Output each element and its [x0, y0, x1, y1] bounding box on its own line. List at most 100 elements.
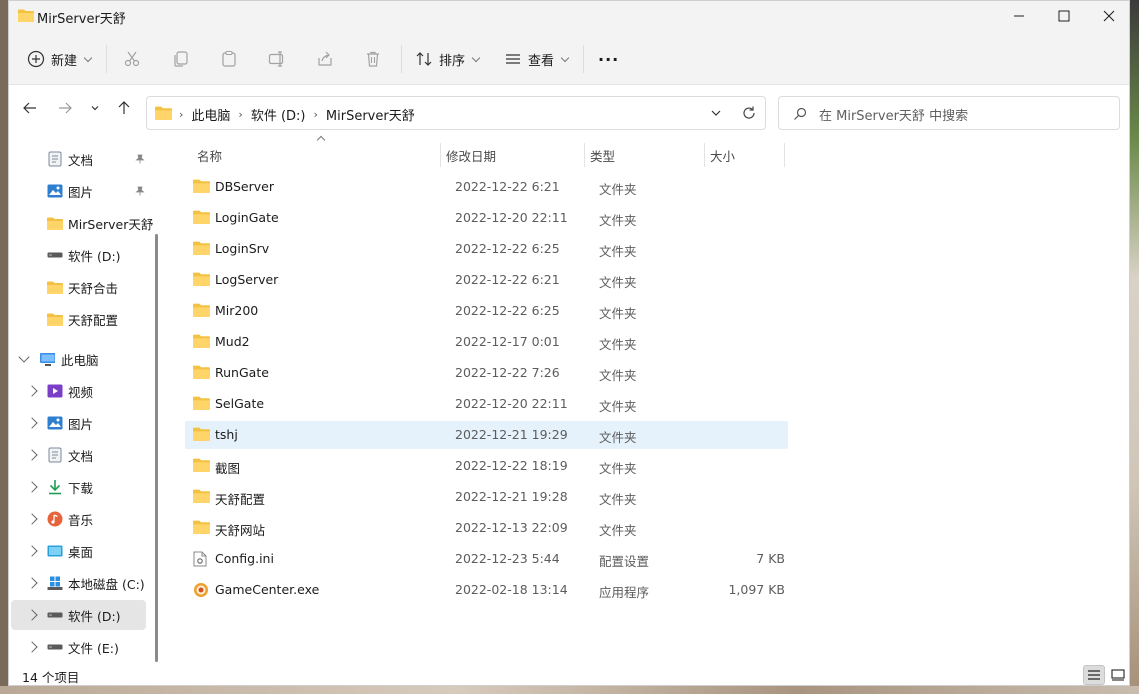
delete-button[interactable] [364, 43, 382, 75]
column-divider[interactable] [784, 143, 785, 167]
sidebar-item-drive-d[interactable]: 软件 (D:) [11, 240, 146, 270]
sidebar-item-documents[interactable]: 文档 [11, 440, 146, 470]
up-button[interactable] [111, 95, 137, 121]
column-header-type[interactable]: 类型 [590, 141, 615, 169]
status-bar: 14 个项目 [9, 664, 1129, 685]
minimize-button[interactable] [996, 1, 1042, 31]
file-modified-date: 2022-12-22 7:26 [455, 365, 560, 380]
sidebar-item-this-pc[interactable]: 此电脑 [11, 344, 146, 374]
music-icon [47, 511, 63, 527]
file-name: LoginSrv [215, 241, 270, 256]
file-row[interactable]: 天舒配置 2022-12-21 19:28 文件夹 [185, 483, 788, 511]
expand-chevron-icon[interactable] [26, 449, 38, 461]
file-row[interactable]: Mir200 2022-12-22 6:25 文件夹 [185, 297, 788, 325]
sidebar-scrollbar[interactable] [155, 234, 158, 662]
file-row[interactable]: 天舒网站 2022-12-13 22:09 文件夹 [185, 514, 788, 542]
copy-button[interactable] [172, 43, 190, 75]
maximize-button[interactable] [1041, 1, 1087, 31]
rename-button[interactable] [268, 43, 286, 75]
file-row[interactable]: 截图 2022-12-22 18:19 文件夹 [185, 452, 788, 480]
details-view-button[interactable] [1083, 665, 1105, 685]
expand-chevron-icon[interactable] [26, 385, 38, 397]
sidebar-item-tianshu-heji[interactable]: 天舒合击 [11, 272, 146, 302]
title-bar: MirServer天舒 [9, 1, 1129, 33]
close-button[interactable] [1086, 1, 1129, 31]
file-row[interactable]: DBServer 2022-12-22 6:21 文件夹 [185, 173, 788, 201]
back-button[interactable] [17, 95, 43, 121]
breadcrumb-item[interactable]: MirServer天舒 [326, 105, 415, 124]
sidebar-item-pictures-pinned[interactable]: 图片 [11, 176, 146, 206]
sort-button[interactable]: 排序 [415, 43, 481, 75]
sidebar-item-videos[interactable]: 视频 [11, 376, 146, 406]
file-row[interactable]: LoginGate 2022-12-20 22:11 文件夹 [185, 204, 788, 232]
cut-button[interactable] [123, 43, 141, 75]
file-row[interactable]: tshj 2022-12-21 19:29 文件夹 [185, 421, 788, 449]
file-row[interactable]: RunGate 2022-12-22 7:26 文件夹 [185, 359, 788, 387]
sidebar-item-drive-e[interactable]: 文件 (E:) [11, 632, 146, 662]
sidebar-item-drive-d-selected[interactable]: 软件 (D:) [11, 600, 146, 630]
toolbar-separator [401, 45, 402, 73]
folder-icon [193, 272, 210, 288]
sidebar-item-documents-pinned[interactable]: 文档 [11, 144, 146, 174]
sidebar-item-drive-c[interactable]: 本地磁盘 (C:) [11, 568, 146, 598]
sidebar-item-pictures[interactable]: 图片 [11, 408, 146, 438]
address-bar[interactable]: › 此电脑 › 软件 (D:) › MirServer天舒 [146, 96, 766, 130]
breadcrumb-item[interactable]: 此电脑 [191, 105, 230, 124]
sidebar-item-tianshu-config[interactable]: 天舒配置 [11, 304, 146, 334]
new-button[interactable]: 新建 [27, 43, 93, 75]
sidebar-item-label: 文档 [68, 152, 94, 168]
folder-icon [193, 520, 210, 536]
paste-button[interactable] [220, 43, 238, 75]
close-icon [1103, 10, 1115, 22]
more-options-button[interactable]: ··· [598, 43, 619, 75]
column-divider[interactable] [584, 143, 585, 167]
folder-icon [47, 279, 63, 295]
refresh-button[interactable] [741, 105, 757, 124]
column-divider[interactable] [440, 143, 441, 167]
folder-icon [155, 106, 172, 120]
file-row[interactable]: LogServer 2022-12-22 6:21 文件夹 [185, 266, 788, 294]
expand-chevron-icon[interactable] [18, 351, 30, 363]
file-row[interactable]: LoginSrv 2022-12-22 6:25 文件夹 [185, 235, 788, 263]
file-row[interactable]: Mud2 2022-12-17 0:01 文件夹 [185, 328, 788, 356]
file-type: 文件夹 [599, 430, 637, 445]
tiles-view-icon [1111, 669, 1125, 681]
file-modified-date: 2022-12-17 0:01 [455, 334, 560, 349]
expand-chevron-icon[interactable] [26, 513, 38, 525]
plus-circle-icon [27, 50, 45, 68]
share-button[interactable] [316, 43, 334, 75]
sidebar-item-label: 此电脑 [61, 352, 99, 368]
rename-icon [268, 51, 284, 67]
sidebar-item-downloads[interactable]: 下载 [11, 472, 146, 502]
breadcrumb-item[interactable]: 软件 (D:) [251, 105, 306, 124]
large-icons-view-button[interactable] [1107, 665, 1129, 685]
expand-chevron-icon[interactable] [26, 417, 38, 429]
sidebar-item-music[interactable]: 音乐 [11, 504, 146, 534]
column-header-name[interactable]: 名称 [197, 141, 222, 169]
folder-icon [193, 179, 210, 195]
column-header-date[interactable]: 修改日期 [446, 141, 496, 169]
file-name: tshj [215, 427, 238, 442]
column-divider[interactable] [704, 143, 705, 167]
file-row[interactable]: GameCenter.exe 2022-02-18 13:14 应用程序 1,097 … [185, 576, 788, 604]
column-header-size[interactable]: 大小 [710, 141, 735, 169]
view-button[interactable]: 查看 [504, 43, 570, 75]
chevron-down-icon [471, 53, 481, 62]
expand-chevron-icon[interactable] [26, 545, 38, 557]
arrow-left-icon [23, 102, 36, 114]
recent-locations-button[interactable] [82, 95, 108, 121]
sidebar-item-mirserver[interactable]: MirServer天舒 [11, 208, 153, 238]
expand-chevron-icon[interactable] [26, 641, 38, 653]
address-history-button[interactable] [709, 106, 723, 123]
address-row: › 此电脑 › 软件 (D:) › MirServer天舒 在 MirServe… [9, 85, 1129, 131]
search-input[interactable]: 在 MirServer天舒 中搜索 [778, 96, 1120, 130]
expand-chevron-icon[interactable] [26, 481, 38, 493]
expand-chevron-icon[interactable] [26, 609, 38, 621]
navigation-pane: 文档 图片 MirServer天舒 软件 (D:) 天舒合击 天舒配置 此电脑 [9, 131, 165, 664]
file-row[interactable]: Config.ini 2022-12-23 5:44 配置设置 7 KB [185, 545, 788, 573]
forward-button[interactable] [52, 95, 78, 121]
sidebar-item-desktop[interactable]: 桌面 [11, 536, 146, 566]
file-type: 应用程序 [599, 585, 650, 600]
expand-chevron-icon[interactable] [26, 577, 38, 589]
file-row[interactable]: SelGate 2022-12-20 22:11 文件夹 [185, 390, 788, 418]
